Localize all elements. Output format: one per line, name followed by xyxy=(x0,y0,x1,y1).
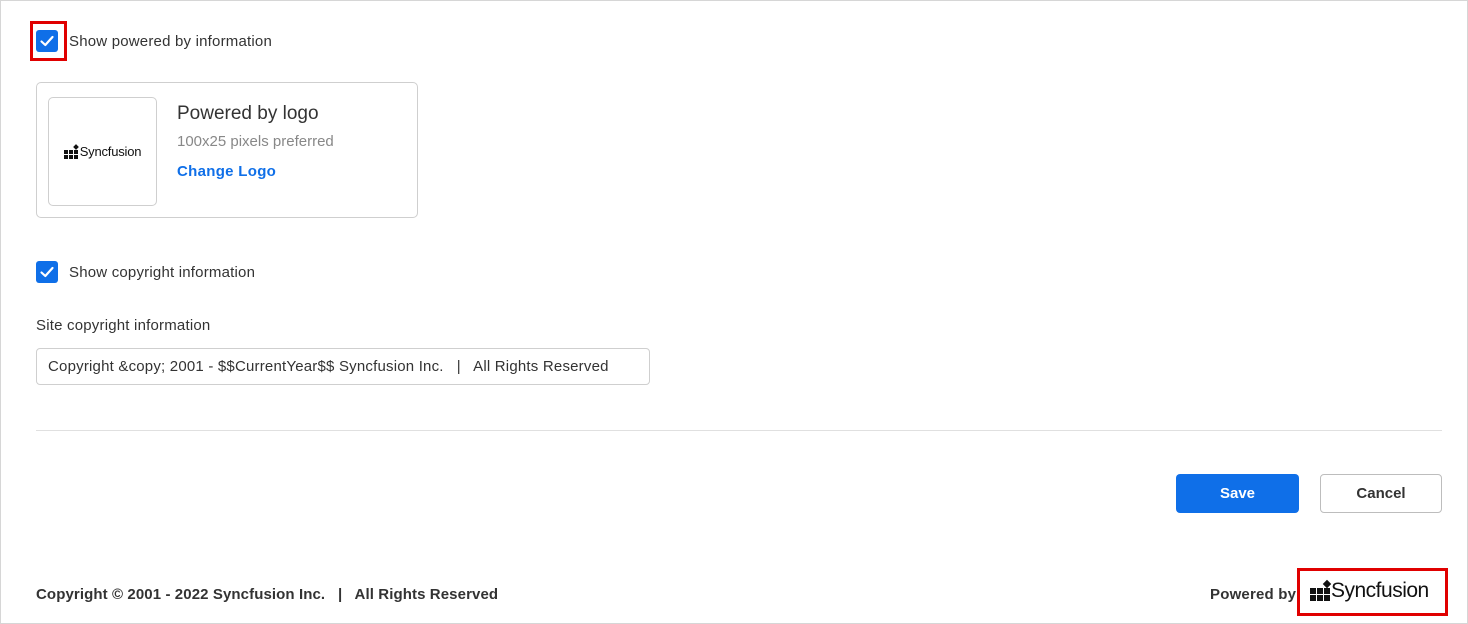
powered-by-option[interactable]: Show powered by information xyxy=(36,30,272,52)
copyright-checkbox[interactable] xyxy=(36,261,58,283)
copyright-option[interactable]: Show copyright information xyxy=(36,261,255,283)
divider xyxy=(36,430,1442,431)
highlight-box xyxy=(30,21,67,61)
powered-by-logo-card: Syncfusion Powered by logo 100x25 pixels… xyxy=(36,82,418,218)
logo-size-hint: 100x25 pixels preferred xyxy=(177,133,334,150)
logo-preview: Syncfusion xyxy=(48,97,157,206)
syncfusion-logo: Syncfusion xyxy=(63,143,141,159)
logo-card-title: Powered by logo xyxy=(177,103,319,124)
cancel-button[interactable]: Cancel xyxy=(1320,474,1442,513)
footer-copyright: Copyright © 2001 - 2022 Syncfusion Inc. … xyxy=(36,586,499,603)
highlight-box xyxy=(1297,568,1448,616)
site-copyright-input[interactable] xyxy=(36,348,650,385)
site-copyright-label: Site copyright information xyxy=(36,317,211,334)
save-button[interactable]: Save xyxy=(1176,474,1299,513)
checkmark-icon xyxy=(40,266,54,278)
powered-by-label: Show powered by information xyxy=(69,32,273,50)
powered-by-text: Powered by xyxy=(1210,586,1297,603)
copyright-label: Show copyright information xyxy=(69,263,256,281)
settings-panel: Show powered by information Syncfusion P… xyxy=(0,0,1468,624)
change-logo-link[interactable]: Change Logo xyxy=(177,163,276,180)
